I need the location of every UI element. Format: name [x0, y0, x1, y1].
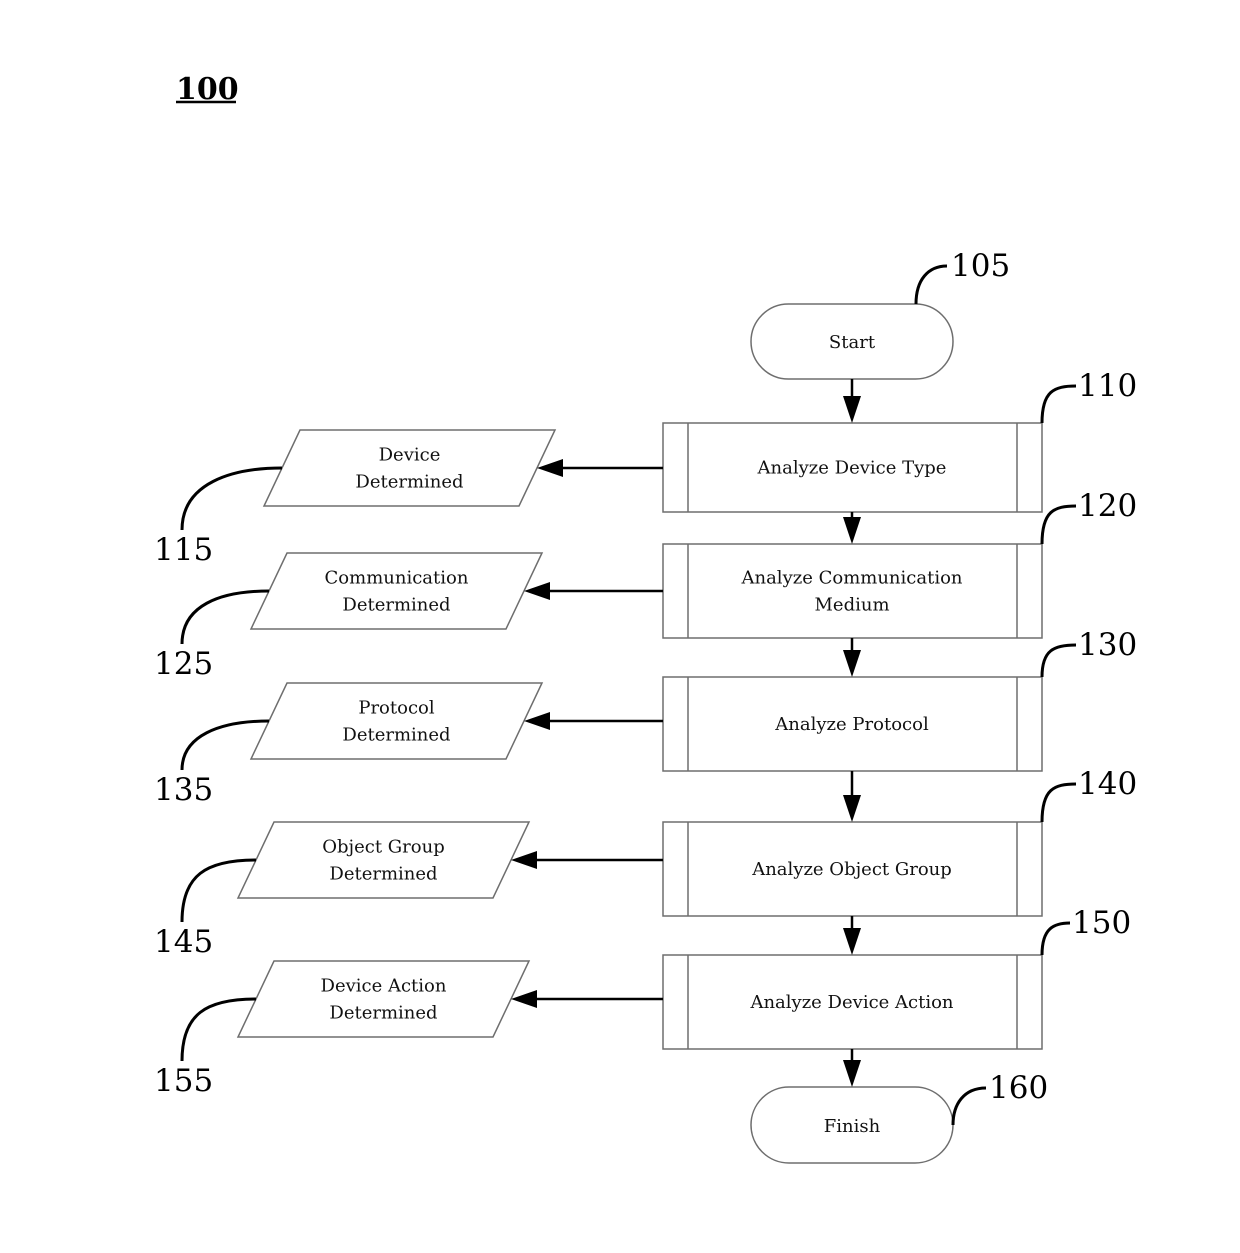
finish-terminal[interactable]: Finish [750, 1086, 954, 1164]
output-parallelogram-label: Device [379, 445, 441, 466]
process-box-140[interactable]: Analyze Object Group [662, 821, 1043, 917]
ref-number-155: 155 [154, 1063, 213, 1099]
ref-number-135: 135 [154, 772, 213, 808]
output-layer: Device Determined 115 Communication Determin… [154, 429, 557, 1099]
process-box-150[interactable]: Analyze Device Action [662, 954, 1043, 1050]
output-parallelogram-shape [262, 429, 557, 507]
ref-number-125: 125 [154, 646, 213, 682]
ref-number-145: 145 [154, 924, 213, 960]
output-parallelogram-115[interactable]: Device Determined [262, 429, 557, 507]
arrowhead-left [511, 990, 537, 1008]
arrowhead-down [843, 1060, 861, 1087]
arrowhead-left [524, 582, 550, 600]
ref-number-115: 115 [154, 532, 213, 568]
ref-leader-150 [1040, 921, 1071, 956]
output-parallelogram-label: Determined [342, 725, 450, 746]
process-box-label: Analyze Protocol [774, 714, 929, 735]
arrowhead-down [843, 795, 861, 822]
figure-label: 100 [176, 72, 239, 107]
process-box-120[interactable]: Analyze Communication Medium [662, 543, 1043, 639]
finish-terminal-label: Finish [824, 1116, 881, 1137]
output-parallelogram-label: Determined [342, 595, 450, 616]
ref-leader-140 [1040, 782, 1077, 823]
output-parallelogram-155[interactable]: Device Action Determined [236, 960, 531, 1038]
process-layer: Analyze Device Type 110 Analyze Communicat… [662, 368, 1137, 1050]
arrowhead-down [843, 517, 861, 544]
output-parallelogram-label: Determined [329, 1003, 437, 1024]
output-parallelogram-label: Determined [329, 864, 437, 885]
process-box-label: Analyze Communication [740, 568, 962, 589]
ref-number-150: 150 [1072, 905, 1131, 941]
arrowhead-left [511, 851, 537, 869]
output-parallelogram-shape [249, 682, 544, 760]
arrowhead-down [843, 928, 861, 955]
output-parallelogram-label: Object Group [322, 837, 444, 858]
arrowhead-left [537, 459, 563, 477]
process-box-label: Analyze Device Type [757, 458, 947, 479]
ref-leader-120 [1040, 504, 1077, 545]
ref-number-110: 110 [1078, 368, 1137, 404]
output-parallelogram-shape [249, 552, 544, 630]
output-parallelogram-125[interactable]: Communication Determined [249, 552, 544, 630]
ref-number-130: 130 [1078, 627, 1137, 663]
output-parallelogram-label: Determined [355, 472, 463, 493]
flowchart: 100 Start 105 Analyze Device Type110Anal… [154, 72, 1137, 1164]
output-parallelogram-label: Communication [325, 568, 469, 589]
ref-number-120: 120 [1078, 488, 1137, 524]
ref-leader-130 [1040, 643, 1077, 678]
ref-leader-135 [180, 719, 270, 771]
ref-number-160: 160 [989, 1070, 1048, 1106]
start-terminal-label: Start [829, 332, 876, 353]
process-box-130[interactable]: Analyze Protocol [662, 676, 1043, 772]
output-parallelogram-label: Protocol [358, 698, 435, 719]
process-box-label: Analyze Device Action [749, 992, 953, 1013]
arrowhead-down [843, 396, 861, 423]
output-parallelogram-145[interactable]: Object Group Determined [236, 821, 531, 899]
output-parallelogram-shape [236, 960, 531, 1038]
start-terminal[interactable]: Start [750, 303, 954, 380]
ref-leader-160 [951, 1086, 987, 1126]
output-parallelogram-135[interactable]: Protocol Determined [249, 682, 544, 760]
ref-number-105: 105 [951, 248, 1010, 284]
ref-leader-110 [1040, 384, 1077, 424]
process-box-shape [662, 543, 1043, 639]
ref-leader-105 [914, 264, 948, 305]
arrowhead-left [524, 712, 550, 730]
output-parallelogram-label: Device Action [321, 976, 447, 997]
process-box-110[interactable]: Analyze Device Type [662, 422, 1043, 513]
process-box-label: Medium [814, 595, 889, 616]
output-parallelogram-shape [236, 821, 531, 899]
ref-number-140: 140 [1078, 766, 1137, 802]
arrowhead-down [843, 650, 861, 677]
process-box-label: Analyze Object Group [751, 859, 952, 880]
